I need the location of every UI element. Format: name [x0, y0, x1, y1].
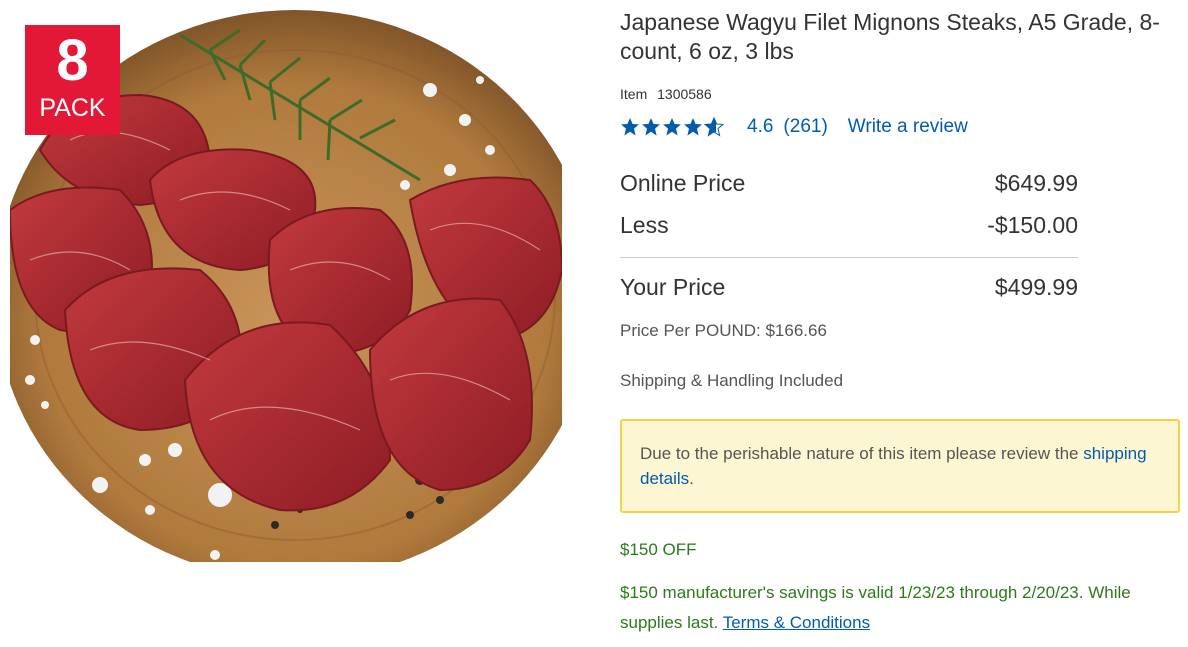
your-price-value: $499.99 — [994, 274, 1078, 300]
item-number: 1300586 — [657, 86, 712, 102]
pack-count: 8 — [56, 28, 89, 93]
promo-title: $150 OFF — [620, 540, 697, 559]
star-icon — [642, 118, 660, 136]
discount-label: Less — [620, 212, 669, 238]
rating-count[interactable]: (261) — [783, 116, 827, 138]
notice-text: Due to the perishable nature of this ite… — [640, 444, 1079, 463]
discount-row: Less -$150.00 — [620, 212, 1078, 239]
write-review-link[interactable]: Write a review — [848, 116, 968, 138]
online-price-row: Online Price $649.99 — [620, 170, 1078, 197]
star-icon — [684, 118, 702, 136]
perishable-notice: Due to the perishable nature of this ite… — [620, 419, 1180, 513]
online-price-label: Online Price — [620, 170, 746, 196]
pack-label: PACK — [39, 94, 106, 122]
price-divider — [620, 257, 1078, 258]
product-title: Japanese Wagyu Filet Mignons Steaks, A5 … — [620, 9, 1160, 64]
star-icon — [621, 118, 639, 136]
your-price-label: Your Price — [620, 274, 726, 300]
item-label: Item — [620, 86, 648, 102]
online-price-value: $649.99 — [994, 170, 1078, 196]
promo-text: $150 manufacturer's savings is valid 1/2… — [620, 578, 1165, 638]
promo-description: $150 manufacturer's savings is valid 1/2… — [620, 583, 1131, 632]
item-number-row: Item 1300586 — [620, 86, 712, 102]
notice-suffix: . — [689, 469, 694, 488]
star-icon — [663, 118, 681, 136]
rating-row: 4.6 (261) Write a review — [620, 116, 968, 138]
terms-conditions-link[interactable]: Terms & Conditions — [723, 613, 870, 632]
pack-badge: 8 PACK — [25, 25, 120, 135]
price-per-unit: Price Per POUND: $166.66 — [620, 321, 827, 340]
shipping-info: Shipping & Handling Included — [620, 371, 844, 390]
rating-value[interactable]: 4.6 — [747, 116, 773, 138]
discount-value: -$150.00 — [987, 212, 1078, 238]
your-price-row: Your Price $499.99 — [620, 274, 1078, 301]
half-star-icon — [704, 117, 724, 137]
rating-stars[interactable] — [620, 117, 725, 137]
